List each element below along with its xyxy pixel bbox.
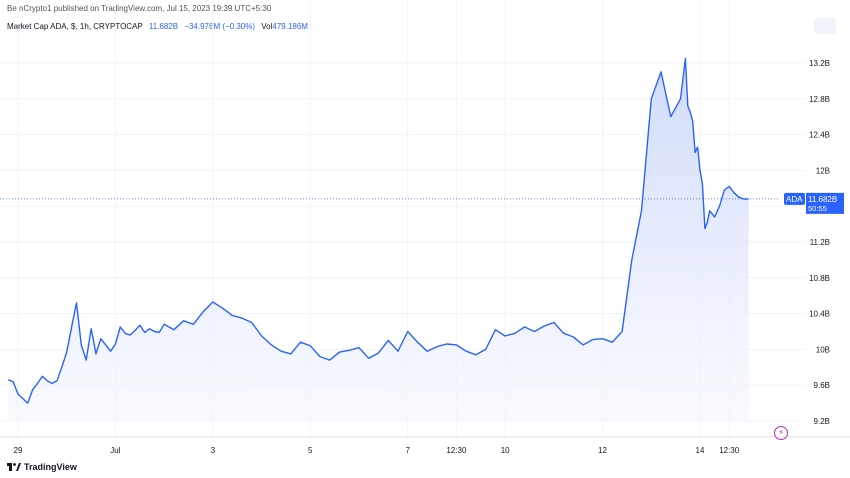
x-tick-label: 10 — [501, 446, 510, 455]
x-tick-label: Jul — [110, 446, 120, 455]
y-tick-label: 12.8B — [809, 95, 830, 104]
price-tag-countdown: 50:55 — [808, 204, 827, 213]
y-tick-label: 11.2B — [810, 238, 830, 247]
y-axis: 13.2B 12.8B 12.4B 12B 11.2B 10.8B 10.4B 10B 9.6B… — [809, 59, 830, 426]
y-tick-label: 10B — [816, 345, 830, 354]
x-tick-label: 12:30 — [446, 446, 467, 455]
price-tag-value: 11.682B — [808, 195, 837, 204]
x-tick-label: 3 — [211, 446, 216, 455]
y-tick-label: 10.8B — [809, 274, 830, 283]
market-cap-chart[interactable]: 13.2B 12.8B 12.4B 12B 11.2B 10.8B 10.4B 10B 9.6B… — [0, 0, 850, 478]
y-tick-label: 13.2B — [809, 59, 830, 68]
price-tag-symbol: ADA — [786, 195, 803, 204]
x-tick-label: 5 — [308, 446, 313, 455]
tradingview-watermark[interactable]: TradingView — [7, 462, 77, 472]
y-tick-label: 12B — [816, 166, 830, 175]
lightning-icon[interactable]: ⚡ — [774, 426, 788, 440]
x-tick-label: 14 — [696, 446, 705, 455]
x-tick-label: 29 — [14, 446, 23, 455]
tradingview-logo-icon — [7, 462, 21, 471]
x-tick-label: 7 — [405, 446, 410, 455]
x-tick-label: 12:30 — [719, 446, 740, 455]
y-tick-label: 9.2B — [814, 417, 830, 426]
series-area — [8, 58, 749, 421]
y-tick-label: 10.4B — [809, 310, 830, 319]
x-tick-label: 12 — [598, 446, 607, 455]
price-tag: ADA 11.682B 50:55 — [784, 192, 844, 214]
y-tick-label: 12.4B — [809, 131, 830, 140]
brand-name: TradingView — [24, 462, 77, 472]
y-tick-label: 9.6B — [814, 381, 830, 390]
x-axis: 29 Jul 3 5 7 12:30 10 12 14 12:30 — [14, 446, 740, 455]
